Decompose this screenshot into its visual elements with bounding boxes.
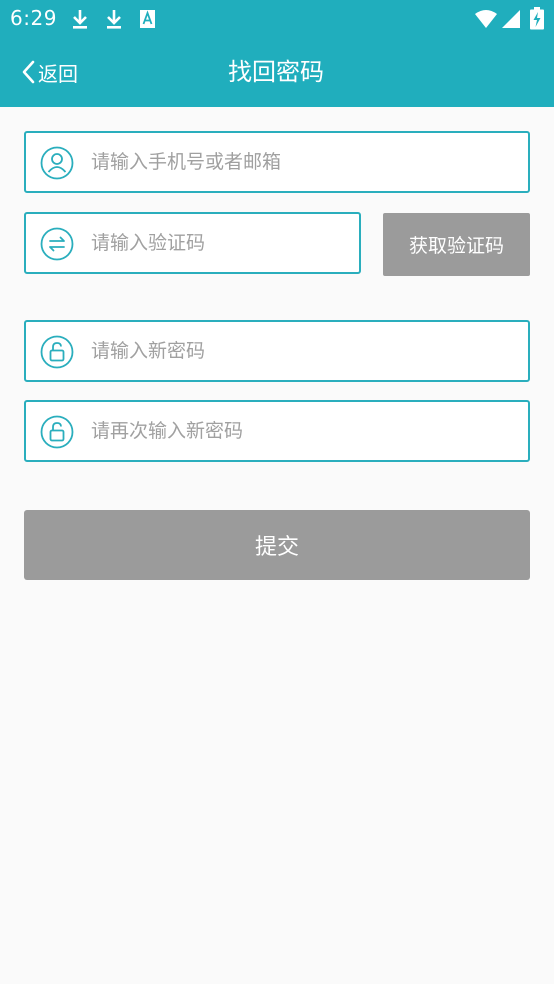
code-input[interactable] [91,214,341,272]
back-button[interactable]: 返回 [20,56,78,88]
download-icon [107,10,121,29]
unlock-icon [40,335,74,369]
battery-charging-icon [530,7,544,30]
new-password-input[interactable] [91,322,511,380]
swap-icon [40,227,74,261]
unlock-icon [40,415,74,449]
confirm-password-input[interactable] [91,402,511,460]
submit-button[interactable]: 提交 [24,510,530,580]
app-bar: 返回 找回密码 [0,38,554,107]
signal-icon [502,10,520,28]
new-password-field [24,320,530,382]
back-label: 返回 [38,61,78,86]
page-title: 找回密码 [228,58,324,86]
code-field [24,212,361,274]
wifi-icon [475,10,497,28]
download-icon [73,10,87,29]
confirm-password-field [24,400,530,462]
get-code-button[interactable]: 获取验证码 [383,213,530,276]
account-field [24,131,530,193]
top-bar: 6:29 返回 找回密码 [0,0,554,107]
accessibility-a-icon [140,10,155,28]
user-icon [40,146,74,180]
account-input[interactable] [91,133,511,191]
status-bar: 6:29 [0,0,554,38]
chevron-left-icon [22,60,35,84]
status-time: 6:29 [10,6,57,30]
